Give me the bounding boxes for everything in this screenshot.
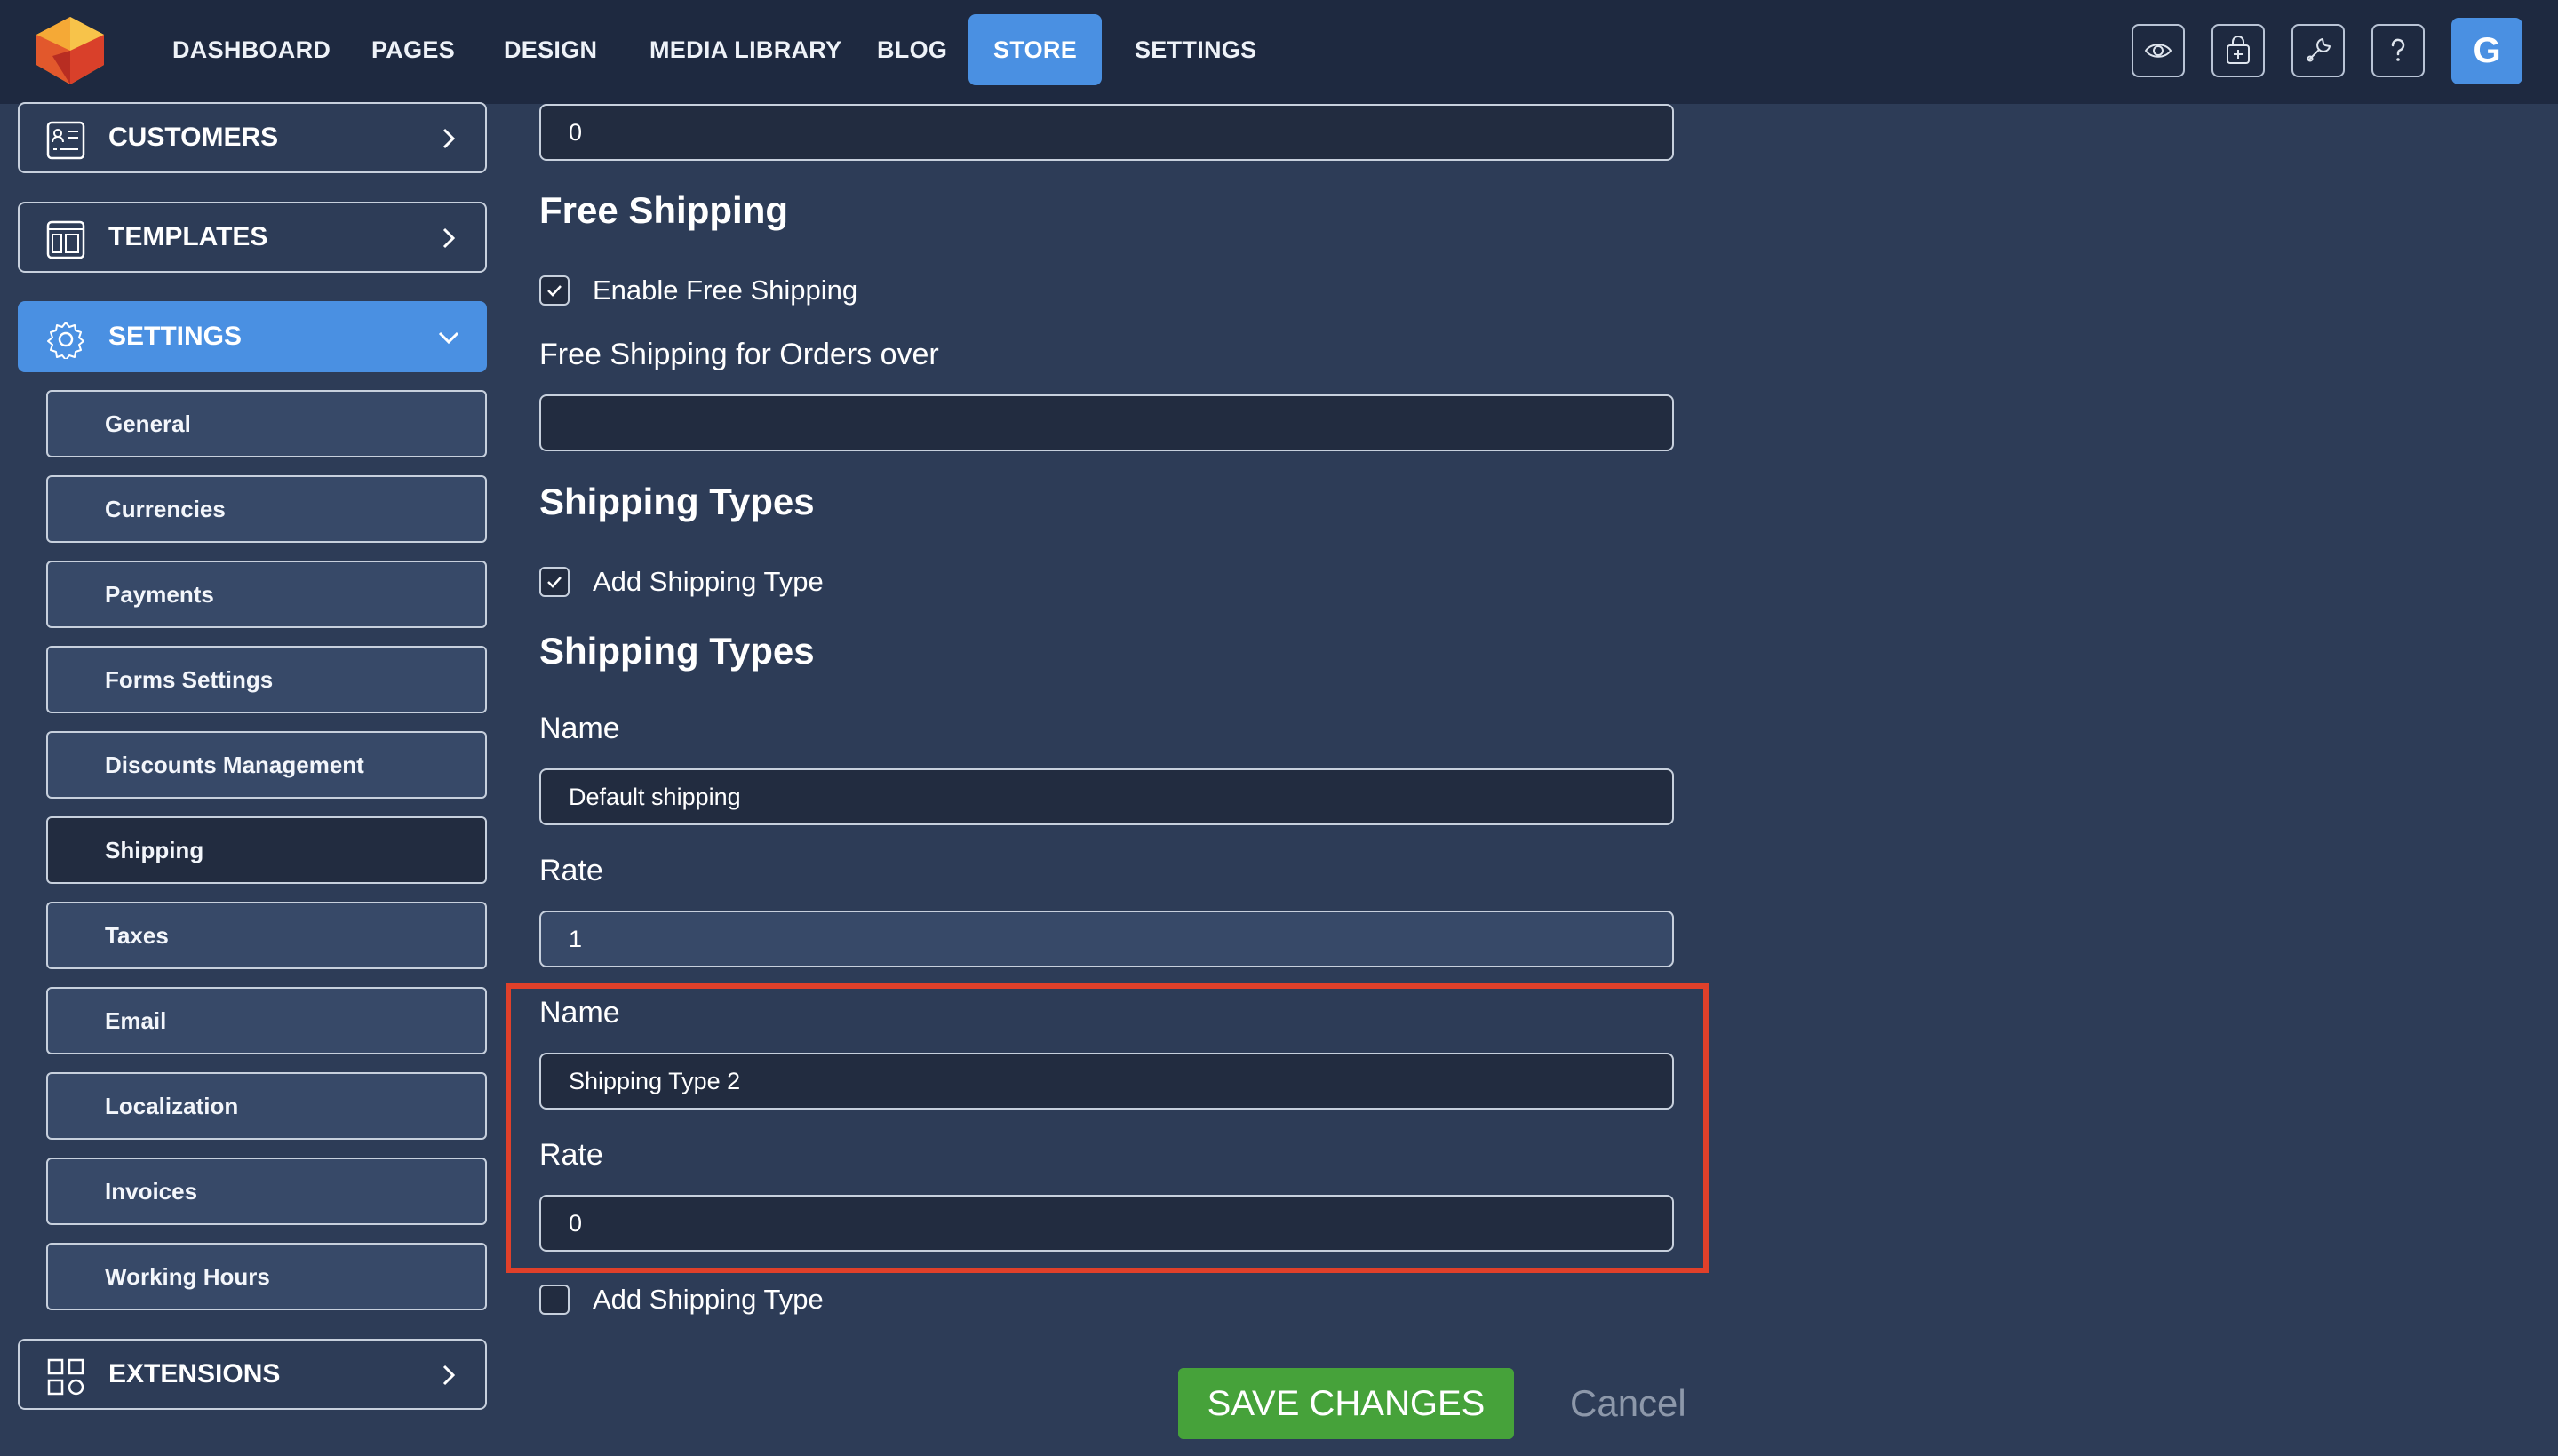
previous-value-input[interactable]: 0 [539, 104, 1674, 161]
sidebar-item-label: EXTENSIONS [108, 1359, 281, 1388]
free-shipping-orders-input[interactable] [539, 394, 1674, 451]
cancel-button[interactable]: Cancel [1570, 1368, 1686, 1439]
nav-store[interactable]: STORE [968, 14, 1102, 85]
sidebar-sub-payments[interactable]: Payments [46, 561, 487, 628]
nav-dashboard[interactable]: DASHBOARD [140, 14, 363, 85]
checkmark-icon [547, 285, 562, 297]
app-logo-icon[interactable] [33, 15, 108, 86]
sidebar-sub-forms-settings[interactable]: Forms Settings [46, 646, 487, 713]
nav-pages[interactable]: PAGES [339, 14, 487, 85]
gear-icon [47, 322, 84, 359]
sidebar-sub-label: Payments [105, 581, 214, 608]
eye-icon [2144, 44, 2172, 58]
enable-free-shipping-checkbox[interactable] [539, 275, 570, 306]
sidebar-item-label: TEMPLATES [108, 222, 268, 251]
chevron-down-icon [438, 331, 459, 345]
sidebar-item-extensions[interactable]: EXTENSIONS [18, 1339, 487, 1410]
sidebar-item-label: SETTINGS [108, 322, 243, 351]
shipping-types-heading: Shipping Types [539, 481, 815, 522]
sidebar-sub-label: Localization [105, 1093, 239, 1119]
nav-blog[interactable]: BLOG [845, 14, 979, 85]
shipping-type-2-rate-input[interactable]: 0 [539, 1195, 1674, 1252]
wrench-icon [2307, 38, 2331, 62]
sidebar-sub-currencies[interactable]: Currencies [46, 475, 487, 543]
sidebar-sub-taxes[interactable]: Taxes [46, 902, 487, 969]
help-button[interactable] [2371, 24, 2425, 77]
chevron-right-icon [442, 1365, 456, 1386]
add-shipping-type-2-checkbox[interactable] [539, 1285, 570, 1315]
sidebar-sub-label: Currencies [105, 496, 226, 522]
shipping-types-list-heading: Shipping Types [539, 630, 815, 672]
sidebar-sub-label: Working Hours [105, 1263, 270, 1290]
add-shipping-type-2-row: Add Shipping Type [539, 1282, 824, 1317]
sidebar-sub-working-hours[interactable]: Working Hours [46, 1243, 487, 1310]
sidebar-item-settings[interactable]: SETTINGS [18, 301, 487, 372]
sidebar-sub-label: General [105, 410, 191, 437]
free-shipping-orders-label: Free Shipping for Orders over [539, 338, 939, 371]
shipping-type-1-rate-input[interactable]: 1 [539, 911, 1674, 967]
sidebar-sub-invoices[interactable]: Invoices [46, 1158, 487, 1225]
shipping-type-2-rate-label: Rate [539, 1138, 603, 1172]
sidebar-sub-label: Taxes [105, 922, 169, 949]
add-shipping-type-checkbox[interactable] [539, 567, 570, 597]
shipping-type-1-rate-label: Rate [539, 854, 603, 887]
sidebar-sub-email[interactable]: Email [46, 987, 487, 1054]
extensions-grid-icon [47, 1358, 84, 1396]
templates-icon [46, 220, 85, 259]
chevron-right-icon [442, 227, 456, 249]
sidebar-sub-label: Shipping [105, 837, 204, 863]
sidebar-sub-general[interactable]: General [46, 390, 487, 457]
store-button[interactable] [2211, 24, 2265, 77]
tools-button[interactable] [2291, 24, 2345, 77]
shipping-type-1-name-label: Name [539, 712, 620, 745]
sidebar-item-templates[interactable]: TEMPLATES [18, 202, 487, 273]
sidebar-sub-localization[interactable]: Localization [46, 1072, 487, 1140]
add-shipping-type-row: Add Shipping Type [539, 564, 824, 600]
enable-free-shipping-row: Enable Free Shipping [539, 273, 857, 308]
nav-settings[interactable]: SETTINGS [1103, 14, 1288, 85]
nav-design[interactable]: DESIGN [472, 14, 629, 85]
shipping-type-1-name-input[interactable]: Default shipping [539, 768, 1674, 825]
sidebar-item-customers[interactable]: CUSTOMERS [18, 102, 487, 173]
top-navigation-bar: DASHBOARD PAGES DESIGN MEDIA LIBRARY BLO… [0, 0, 2558, 104]
sidebar-sub-label: Invoices [105, 1178, 198, 1205]
enable-free-shipping-label: Enable Free Shipping [593, 274, 858, 306]
sidebar-sub-label: Email [105, 1007, 167, 1034]
sidebar-sub-discounts-management[interactable]: Discounts Management [46, 731, 487, 799]
shipping-type-2-name-label: Name [539, 996, 620, 1030]
sidebar-sub-label: Forms Settings [105, 666, 274, 693]
add-shipping-type-label: Add Shipping Type [593, 566, 824, 597]
free-shipping-heading: Free Shipping [539, 189, 789, 231]
add-shipping-type-2-label: Add Shipping Type [593, 1284, 824, 1315]
customers-icon [46, 121, 85, 160]
preview-button[interactable] [2132, 24, 2185, 77]
help-icon [2391, 38, 2405, 61]
nav-media-library[interactable]: MEDIA LIBRARY [618, 14, 873, 85]
sidebar-sub-shipping[interactable]: Shipping [46, 816, 487, 884]
user-avatar[interactable]: G [2451, 18, 2522, 84]
shipping-type-2-name-input[interactable]: Shipping Type 2 [539, 1053, 1674, 1110]
sidebar-sub-label: Discounts Management [105, 752, 364, 778]
chevron-right-icon [442, 128, 456, 149]
save-changes-button[interactable]: SAVE CHANGES [1178, 1368, 1514, 1439]
sidebar-item-label: CUSTOMERS [108, 123, 279, 152]
checkmark-icon [547, 577, 562, 588]
store-bag-icon [2227, 36, 2250, 64]
